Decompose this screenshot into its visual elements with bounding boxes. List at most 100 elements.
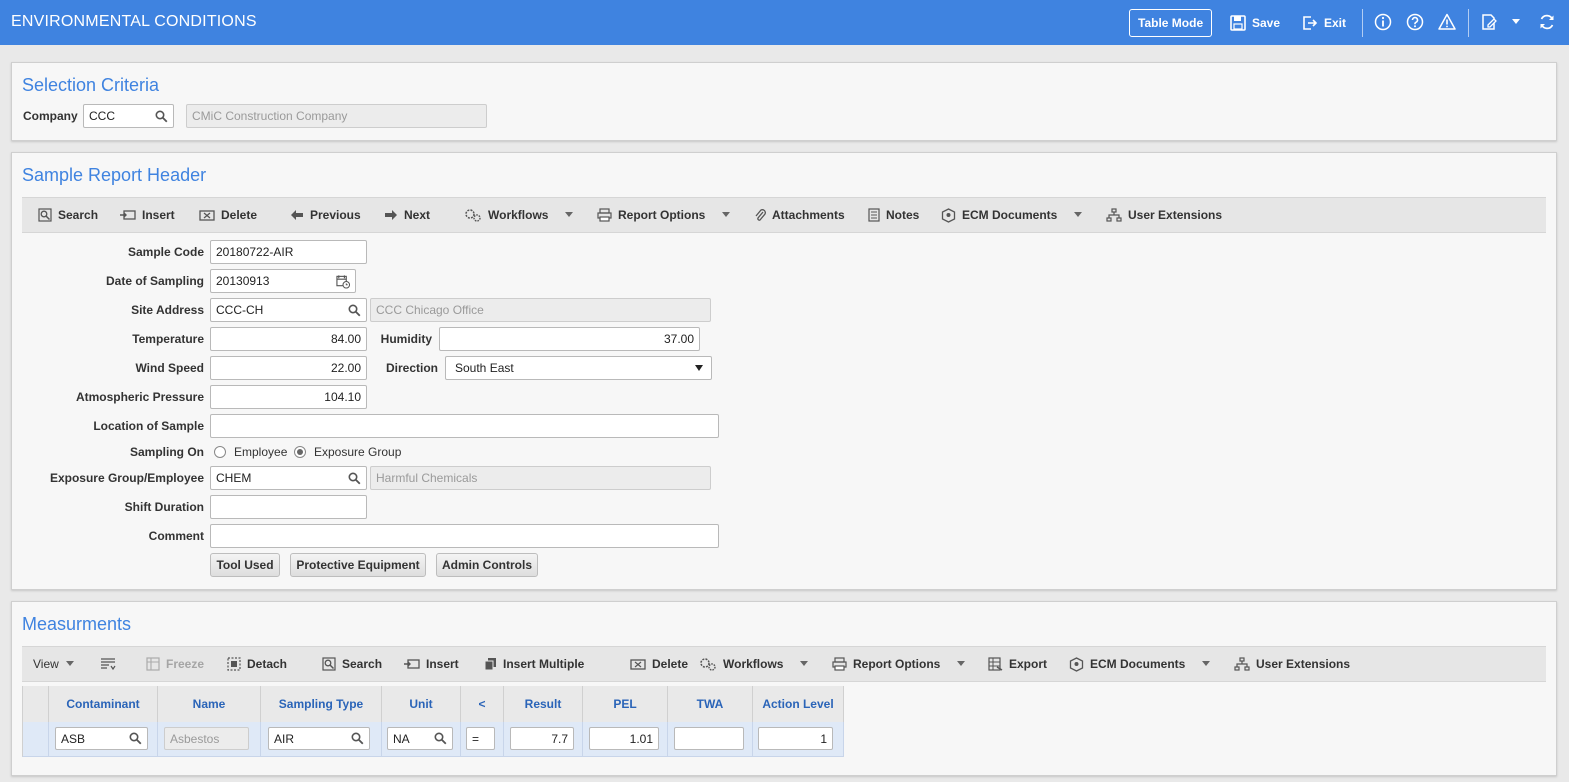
detach-button[interactable]: Detach: [227, 647, 287, 681]
report-options-dropdown-caret[interactable]: [957, 661, 965, 666]
column-header-operator[interactable]: <: [461, 686, 504, 722]
workflows-dropdown-caret[interactable]: [565, 212, 573, 217]
protective-equipment-button[interactable]: Protective Equipment: [290, 553, 426, 577]
workflows-label: Workflows: [723, 657, 784, 671]
location-of-sample-input[interactable]: [210, 414, 719, 438]
wind-speed-input[interactable]: 22.00: [210, 356, 367, 380]
report-options-dropdown-caret[interactable]: [722, 212, 730, 217]
insert-multiple-button[interactable]: Insert Multiple: [484, 647, 584, 681]
table-mode-button[interactable]: Table Mode: [1129, 9, 1213, 37]
search-button[interactable]: Search: [38, 198, 98, 232]
operator-input[interactable]: =: [466, 727, 495, 750]
refresh-icon[interactable]: [1538, 13, 1556, 31]
search-icon[interactable]: [350, 732, 364, 746]
search-icon: [322, 657, 336, 671]
next-button[interactable]: Next: [384, 198, 430, 232]
freeze-button[interactable]: Freeze: [146, 647, 204, 681]
site-address-input[interactable]: CCC-CH: [210, 298, 367, 322]
direction-select[interactable]: South East: [445, 356, 712, 380]
search-icon[interactable]: [347, 471, 361, 485]
search-icon[interactable]: [433, 732, 447, 746]
admin-controls-button[interactable]: Admin Controls: [436, 553, 538, 577]
insert-button[interactable]: Insert: [404, 647, 459, 681]
report-options-button[interactable]: Report Options: [597, 198, 705, 232]
cell-name: Asbestos: [158, 722, 261, 756]
cell-unit: NA: [382, 722, 461, 756]
sampling-type-input[interactable]: AIR: [268, 727, 370, 750]
exit-button[interactable]: Exit: [1302, 9, 1346, 37]
search-icon[interactable]: [128, 732, 142, 746]
direction-label: Direction: [385, 361, 438, 375]
column-header-pel[interactable]: PEL: [583, 686, 668, 722]
ecm-dropdown-caret[interactable]: [1202, 661, 1210, 666]
pel-input[interactable]: 1.01: [589, 727, 659, 750]
edit-menu-icon[interactable]: [1480, 13, 1498, 31]
workflows-dropdown-caret[interactable]: [800, 661, 808, 666]
user-extensions-button[interactable]: User Extensions: [1234, 647, 1350, 681]
shift-duration-input[interactable]: [210, 495, 367, 519]
save-button[interactable]: Save: [1230, 9, 1280, 37]
sample-code-input[interactable]: 20180722-AIR: [210, 240, 367, 264]
workflows-button[interactable]: Workflows: [699, 647, 783, 681]
chevron-down-icon[interactable]: [1507, 13, 1525, 31]
export-button[interactable]: Export: [988, 647, 1047, 681]
report-options-button[interactable]: Report Options: [832, 647, 940, 681]
ecm-documents-label: ECM Documents: [962, 208, 1058, 222]
hierarchy-icon: [1106, 207, 1122, 222]
row-selector[interactable]: [23, 722, 49, 756]
company-input[interactable]: CCC: [83, 104, 174, 128]
column-header-action-level[interactable]: Action Level: [753, 686, 844, 722]
twa-input[interactable]: [674, 727, 744, 750]
tool-used-button[interactable]: Tool Used: [210, 553, 280, 577]
date-of-sampling-input[interactable]: 20130913: [210, 269, 356, 293]
view-menu[interactable]: View: [33, 647, 59, 681]
sampling-on-employee-radio[interactable]: [214, 446, 226, 458]
report-options-label: Report Options: [618, 208, 706, 222]
freeze-label: Freeze: [166, 657, 205, 671]
column-header-sampling-type[interactable]: Sampling Type: [261, 686, 382, 722]
user-extensions-button[interactable]: User Extensions: [1106, 198, 1222, 232]
view-dropdown-caret[interactable]: [66, 661, 74, 666]
delete-button[interactable]: Delete: [630, 647, 688, 681]
column-header-twa[interactable]: TWA: [668, 686, 753, 722]
unit-input[interactable]: NA: [387, 727, 453, 750]
exposure-group-input[interactable]: CHEM: [210, 466, 367, 490]
ecm-documents-button[interactable]: ECM Documents: [941, 198, 1057, 232]
info-icon[interactable]: [1374, 13, 1392, 31]
column-header-unit[interactable]: Unit: [382, 686, 461, 722]
insert-button[interactable]: Insert: [120, 198, 175, 232]
save-icon: [1230, 15, 1246, 31]
delete-button[interactable]: Delete: [199, 198, 257, 232]
column-header-contaminant[interactable]: Contaminant: [49, 686, 158, 722]
ecm-documents-button[interactable]: ECM Documents: [1069, 647, 1185, 681]
action-level-input[interactable]: 1: [758, 727, 833, 750]
notes-button[interactable]: Notes: [868, 198, 919, 232]
warning-icon[interactable]: [1438, 13, 1456, 31]
attachments-button[interactable]: Attachments: [754, 198, 845, 232]
format-button[interactable]: [100, 647, 116, 681]
company-name-value: CMiC Construction Company: [192, 109, 348, 123]
attachments-label: Attachments: [772, 208, 845, 222]
operator-value: =: [472, 731, 480, 746]
workflows-button[interactable]: Workflows: [464, 198, 548, 232]
search-button[interactable]: Search: [322, 647, 382, 681]
result-input[interactable]: 7.7: [510, 727, 574, 750]
header-toolbar: Search Insert Delete Previous Next Workf…: [22, 197, 1546, 233]
temperature-input[interactable]: 84.00: [210, 327, 367, 351]
humidity-input[interactable]: 37.00: [439, 327, 700, 351]
column-header-result[interactable]: Result: [504, 686, 583, 722]
help-icon[interactable]: [1406, 13, 1424, 31]
contaminant-input[interactable]: ASB: [55, 727, 148, 750]
previous-button[interactable]: Previous: [290, 198, 361, 232]
search-icon[interactable]: [347, 303, 361, 317]
sampling-on-exposure-group-radio[interactable]: [294, 446, 306, 458]
delete-icon: [199, 210, 215, 221]
atmospheric-pressure-input[interactable]: 104.10: [210, 385, 367, 409]
column-header-name[interactable]: Name: [158, 686, 261, 722]
humidity-label: Humidity: [380, 332, 432, 346]
comment-input[interactable]: [210, 524, 719, 548]
cell-result: 7.7: [504, 722, 583, 756]
calendar-icon[interactable]: [336, 274, 350, 289]
ecm-dropdown-caret[interactable]: [1074, 212, 1082, 217]
search-icon[interactable]: [154, 109, 168, 123]
